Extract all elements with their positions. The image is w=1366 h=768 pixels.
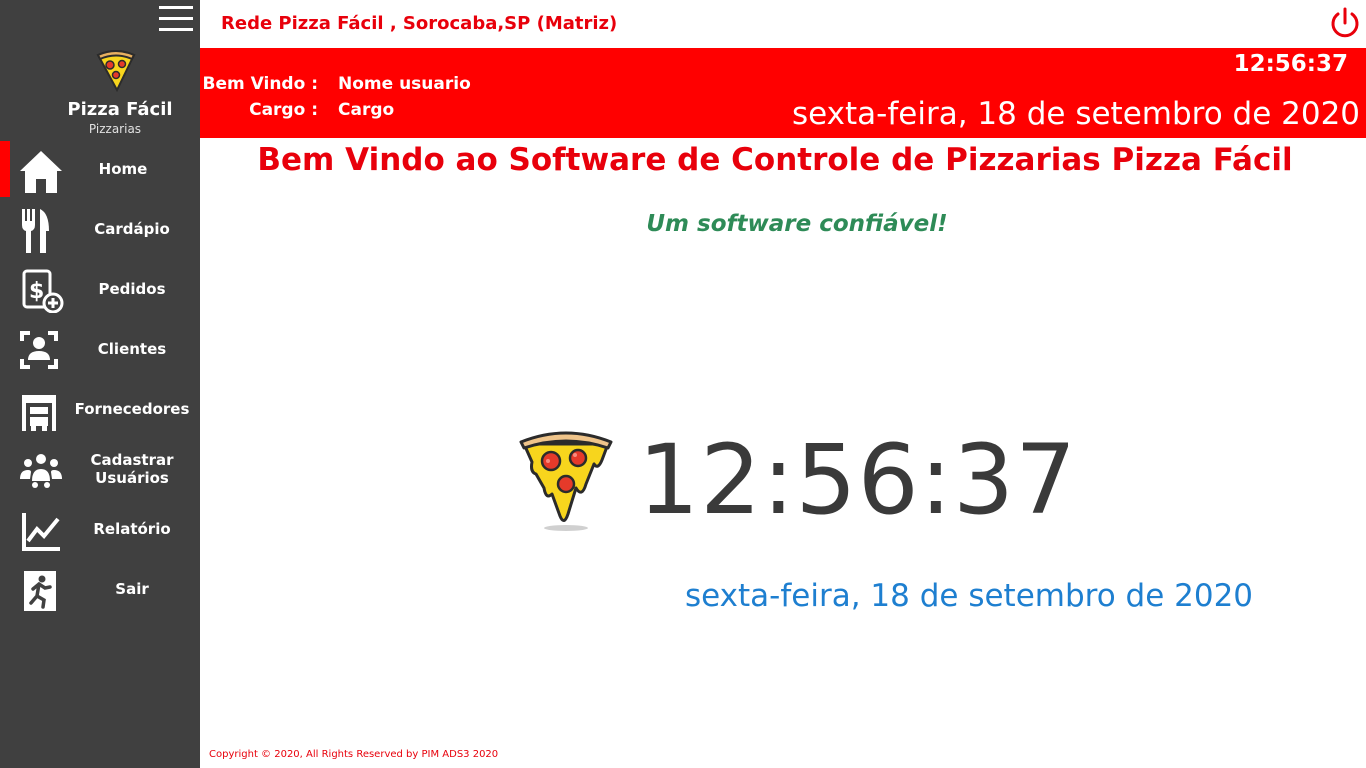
- home-icon: [20, 151, 62, 193]
- sidebar-item-label: Home: [98, 160, 148, 178]
- main-date: sexta-feira, 18 de setembro de 2020: [685, 578, 1254, 614]
- chart-icon: [22, 513, 60, 551]
- sidebar-item-label: Cadastrar Usuários: [90, 451, 174, 487]
- menu-icon[interactable]: [159, 6, 193, 34]
- sidebar-item-cadastrar-usuarios[interactable]: Cadastrar Usuários: [0, 441, 200, 497]
- sidebar-item-label: Clientes: [97, 340, 167, 358]
- header-date: sexta-feira, 18 de setembro de 2020: [792, 96, 1361, 132]
- sidebar-item-sair[interactable]: Sair: [0, 561, 200, 617]
- sidebar-item-label: Fornecedores: [74, 400, 190, 418]
- user-role: Cargo: [338, 100, 395, 120]
- pizza-icon: [519, 431, 613, 531]
- sidebar-item-label: Cardápio: [94, 220, 170, 238]
- brand-subtitle: Pizzarias: [88, 122, 142, 136]
- top-bar: Rede Pizza Fácil , Sorocaba,SP (Matriz): [200, 0, 1366, 48]
- sidebar-item-label: Sair: [115, 580, 149, 598]
- main-clock: 12:56:37: [638, 424, 1078, 536]
- pizza-logo-icon: [96, 50, 136, 92]
- power-icon[interactable]: [1328, 6, 1362, 40]
- sidebar-item-pedidos[interactable]: $ Pedidos: [0, 261, 200, 317]
- header-clock: 12:56:37: [1233, 51, 1348, 77]
- sidebar: Pizza Fácil Pizzarias Home Cardápio $ Pe…: [0, 0, 200, 768]
- user-name: Nome usuario: [338, 74, 471, 94]
- exit-icon: [24, 571, 56, 611]
- sidebar-item-relatorio[interactable]: Relatório: [0, 501, 200, 557]
- sidebar-item-label: Relatório: [93, 520, 171, 538]
- clients-icon: [20, 331, 58, 369]
- cutlery-icon: [22, 209, 49, 253]
- company-name: Rede Pizza Fácil , Sorocaba,SP (Matriz): [221, 13, 618, 34]
- sidebar-item-cardapio[interactable]: Cardápio: [0, 201, 200, 257]
- order-icon: $: [22, 269, 64, 313]
- page-title: Bem Vindo ao Software de Controle de Piz…: [257, 142, 1293, 178]
- copyright-footer: Copyright © 2020, All Rights Reserved by…: [209, 749, 499, 760]
- suppliers-icon: [22, 395, 56, 431]
- role-label: Cargo :: [249, 100, 318, 120]
- users-icon: [20, 454, 62, 488]
- sidebar-item-home[interactable]: Home: [0, 141, 200, 197]
- svg-text:$: $: [29, 279, 44, 304]
- sidebar-item-fornecedores[interactable]: Fornecedores: [0, 381, 200, 437]
- sidebar-item-label: Pedidos: [98, 280, 166, 298]
- tagline: Um software confiável!: [646, 211, 948, 237]
- user-header: Bem Vindo : Nome usuario Cargo : Cargo 1…: [200, 48, 1366, 138]
- sidebar-item-clientes[interactable]: Clientes: [0, 321, 200, 377]
- welcome-label: Bem Vindo :: [202, 74, 318, 94]
